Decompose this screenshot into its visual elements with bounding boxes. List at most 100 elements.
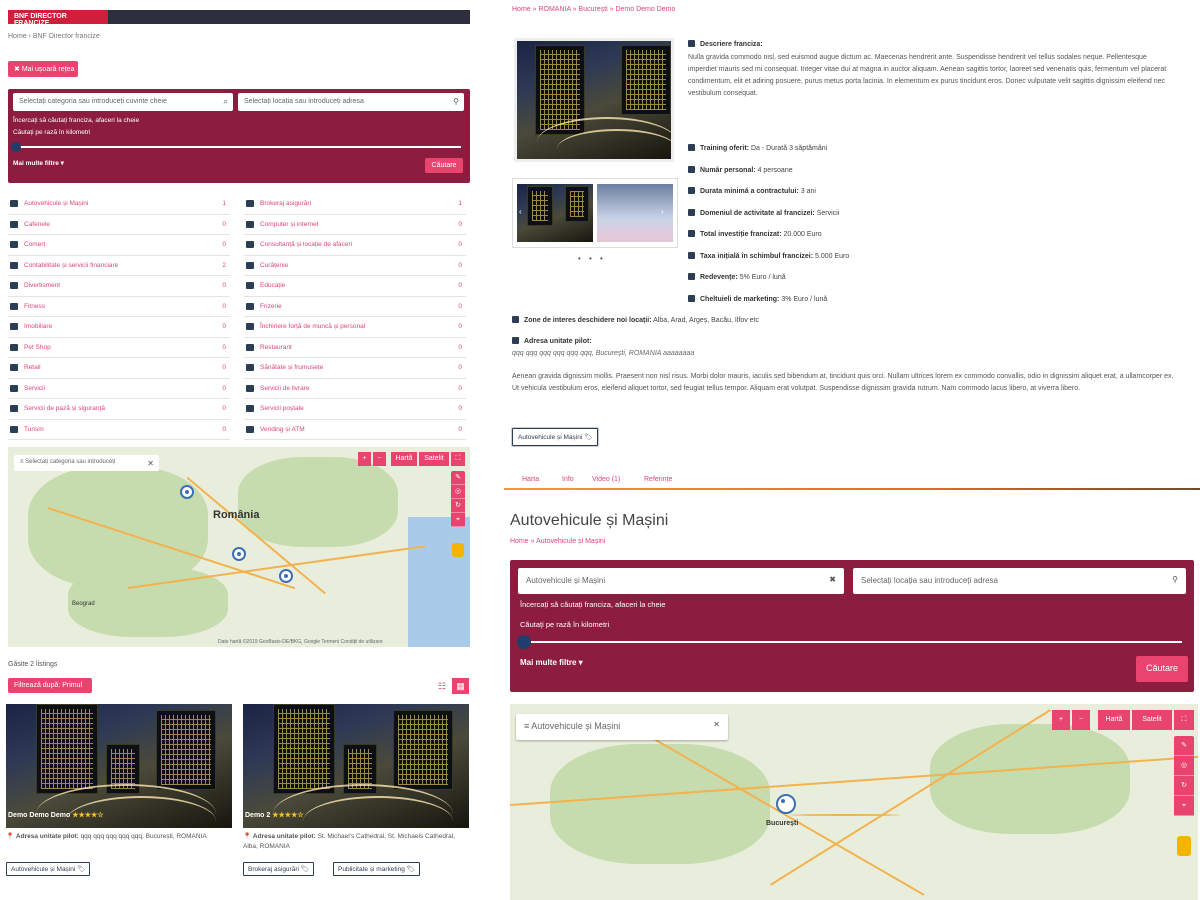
category-tag[interactable]: Autovehicule și Mașini 🏷 xyxy=(512,428,599,446)
category-item[interactable]: Servicii de livrare 0 xyxy=(244,379,466,399)
breadcrumb[interactable]: Home › BNF Director francize xyxy=(8,33,100,40)
category-item[interactable]: Pet Shop 0 xyxy=(8,338,230,358)
map-marker[interactable] xyxy=(776,794,796,814)
category-item[interactable]: Curățenie 0 xyxy=(244,256,466,276)
main-photo[interactable] xyxy=(514,38,674,162)
category-item[interactable]: Retail 0 xyxy=(8,358,230,379)
category-label: Imobiliare xyxy=(24,323,53,330)
zoom-in-button[interactable]: + xyxy=(358,452,371,466)
zoom-in-button[interactable]: + xyxy=(1052,710,1070,730)
listing-title[interactable]: Demo 2 ★★★★☆ xyxy=(245,811,304,819)
tab-references[interactable]: Referințe xyxy=(644,476,672,483)
fullscreen-icon[interactable]: ⛶ xyxy=(1174,710,1194,730)
close-icon[interactable]: ✕ xyxy=(713,720,720,729)
search-submit-button[interactable]: Căutare xyxy=(425,158,463,173)
street-view-icon[interactable] xyxy=(452,543,464,557)
radius-slider[interactable] xyxy=(15,146,461,148)
radius-slider-handle[interactable] xyxy=(517,635,531,649)
category-item[interactable]: Închiriere forță de muncă și personal 0 xyxy=(244,317,466,338)
map-marker[interactable] xyxy=(232,547,246,561)
search-icon: ⌕ xyxy=(223,97,228,106)
pencil-icon[interactable]: ✎ xyxy=(1174,736,1194,756)
zoom-out-button[interactable]: − xyxy=(373,452,386,466)
location-icon[interactable]: ⌖ xyxy=(1174,796,1194,816)
chevron-right-icon[interactable]: › xyxy=(661,207,664,216)
category-item[interactable]: Servicii poștale 0 xyxy=(244,399,466,420)
category-item[interactable]: Comerț 0 xyxy=(8,235,230,256)
map-search-input[interactable]: ≡ Selectați categoria sau introduceți ✕ xyxy=(14,455,159,471)
category-item[interactable]: Turism 0 xyxy=(8,420,230,440)
tab-info[interactable]: Info xyxy=(562,476,574,483)
category-item[interactable]: Servicii de pază și siguranță 0 xyxy=(8,399,230,420)
category-item[interactable]: Servicii 0 xyxy=(8,379,230,399)
listing-photo[interactable] xyxy=(243,704,469,828)
category-item[interactable]: Frizerie 0 xyxy=(244,297,466,317)
category-tag[interactable]: Publicitate și marketing 🏷 xyxy=(333,862,420,876)
carousel-dots[interactable]: • • • xyxy=(578,254,606,263)
map-marker[interactable] xyxy=(279,569,293,583)
locate-icon[interactable]: ◎ xyxy=(451,485,465,499)
filter-button[interactable]: Filtrează după: Primul xyxy=(8,678,92,693)
search-submit-button[interactable]: Căutare xyxy=(1136,656,1188,682)
listing-map[interactable]: ≡ Selectați categoria sau introduceți ✕ +… xyxy=(8,447,470,647)
more-filters-toggle[interactable]: Mai multe filtre ▾ xyxy=(13,159,64,167)
refresh-icon[interactable]: ↻ xyxy=(451,499,465,513)
street-view-icon[interactable] xyxy=(1177,836,1191,856)
listing-photo[interactable] xyxy=(6,704,232,828)
category-item[interactable]: Divertisment 0 xyxy=(8,276,230,297)
map-search-input[interactable]: ≡ Autovehicule și Mașini ✕ xyxy=(516,714,728,740)
category-tag[interactable]: Brokeraj asigurări 🏷 xyxy=(243,862,315,876)
listing-card[interactable]: Demo 2 ★★★★☆ 📍 Adresa unitate pilot: St.… xyxy=(243,704,469,884)
category-item[interactable]: Restaurant 0 xyxy=(244,338,466,358)
category-item[interactable]: Consultanță și locație de afaceri 0 xyxy=(244,235,466,256)
show-map-button[interactable]: ✖ Mai ușoară rețea xyxy=(8,61,78,77)
category-item[interactable]: Vending și ATM 0 xyxy=(244,420,466,440)
fact-icon xyxy=(688,165,695,173)
search-hint: Încercați să căutați franciza, afaceri l… xyxy=(13,117,140,124)
location-search-input[interactable]: Selectați locația sau introduceți adresa… xyxy=(853,568,1186,594)
location-icon[interactable]: ⌖ xyxy=(451,513,465,527)
category-search-input[interactable]: Autovehicule și Mașini ✖ xyxy=(518,568,844,594)
satellite-view-button[interactable]: Satelit xyxy=(419,452,449,466)
category-item[interactable]: Educație 0 xyxy=(244,276,466,297)
satellite-view-button[interactable]: Satelit xyxy=(1132,710,1172,730)
map-view-button[interactable]: Hartă xyxy=(1098,710,1130,730)
breadcrumb[interactable]: Home » Autovehicule și Mașini xyxy=(510,538,605,545)
category-item[interactable]: Brokeraj asigurări 1 xyxy=(244,194,466,215)
listing-title[interactable]: Demo Demo Demo ★★★★☆ xyxy=(8,811,104,819)
fact-value: 20.000 Euro xyxy=(783,231,822,238)
category-item[interactable]: Computer și internet 0 xyxy=(244,215,466,235)
list-view-icon[interactable]: ☷ xyxy=(438,681,446,692)
category-item[interactable]: Contabilitate și servicii financiare 2 xyxy=(8,256,230,276)
map-view-button[interactable]: Hartă xyxy=(391,452,417,466)
category-count: 0 xyxy=(222,425,226,433)
chevron-left-icon[interactable]: ‹ xyxy=(519,207,522,216)
category-tag[interactable]: Autovehicule și Mașini 🏷 xyxy=(6,862,91,876)
radius-slider-handle[interactable] xyxy=(11,142,21,152)
tab-video[interactable]: Video (1) xyxy=(592,476,620,483)
thumbnail-1[interactable] xyxy=(517,184,593,242)
category-map[interactable]: ≡ Autovehicule și Mașini ✕ + − Hartă Sate… xyxy=(510,704,1198,900)
category-item[interactable]: Imobiliare 0 xyxy=(8,317,230,338)
tab-map[interactable]: Harta xyxy=(522,476,539,483)
refresh-icon[interactable]: ↻ xyxy=(1174,776,1194,796)
radius-slider[interactable] xyxy=(522,641,1182,643)
fullscreen-icon[interactable]: ⛶ xyxy=(451,452,465,466)
tag-icon: 🏷 xyxy=(77,866,86,873)
pencil-icon[interactable]: ✎ xyxy=(451,471,465,485)
location-search-input[interactable]: Selectați locația sau introduceți adresa… xyxy=(238,93,464,111)
breadcrumb[interactable]: Home » ROMANIA » București » Demo Demo D… xyxy=(512,6,675,13)
locate-icon[interactable]: ◎ xyxy=(1174,756,1194,776)
grid-view-icon[interactable]: ▦ xyxy=(452,678,469,694)
category-count: 0 xyxy=(222,323,226,330)
listing-card[interactable]: Demo Demo Demo ★★★★☆ 📍 Adresa unitate pi… xyxy=(6,704,232,884)
category-item[interactable]: Fitness 0 xyxy=(8,297,230,317)
category-search-input[interactable]: Selectați categoria sau introduceți cuvi… xyxy=(13,93,233,111)
map-marker[interactable] xyxy=(180,485,194,499)
category-item[interactable]: Sănătate și frumusețe 0 xyxy=(244,358,466,379)
more-filters-toggle[interactable]: Mai multe filtre ▾ xyxy=(520,658,583,667)
clear-icon[interactable]: ✖ xyxy=(829,575,836,584)
category-item[interactable]: Cafenele 0 xyxy=(8,215,230,235)
zoom-out-button[interactable]: − xyxy=(1072,710,1090,730)
category-item[interactable]: Autovehicule și Mașini 1 xyxy=(8,194,230,215)
